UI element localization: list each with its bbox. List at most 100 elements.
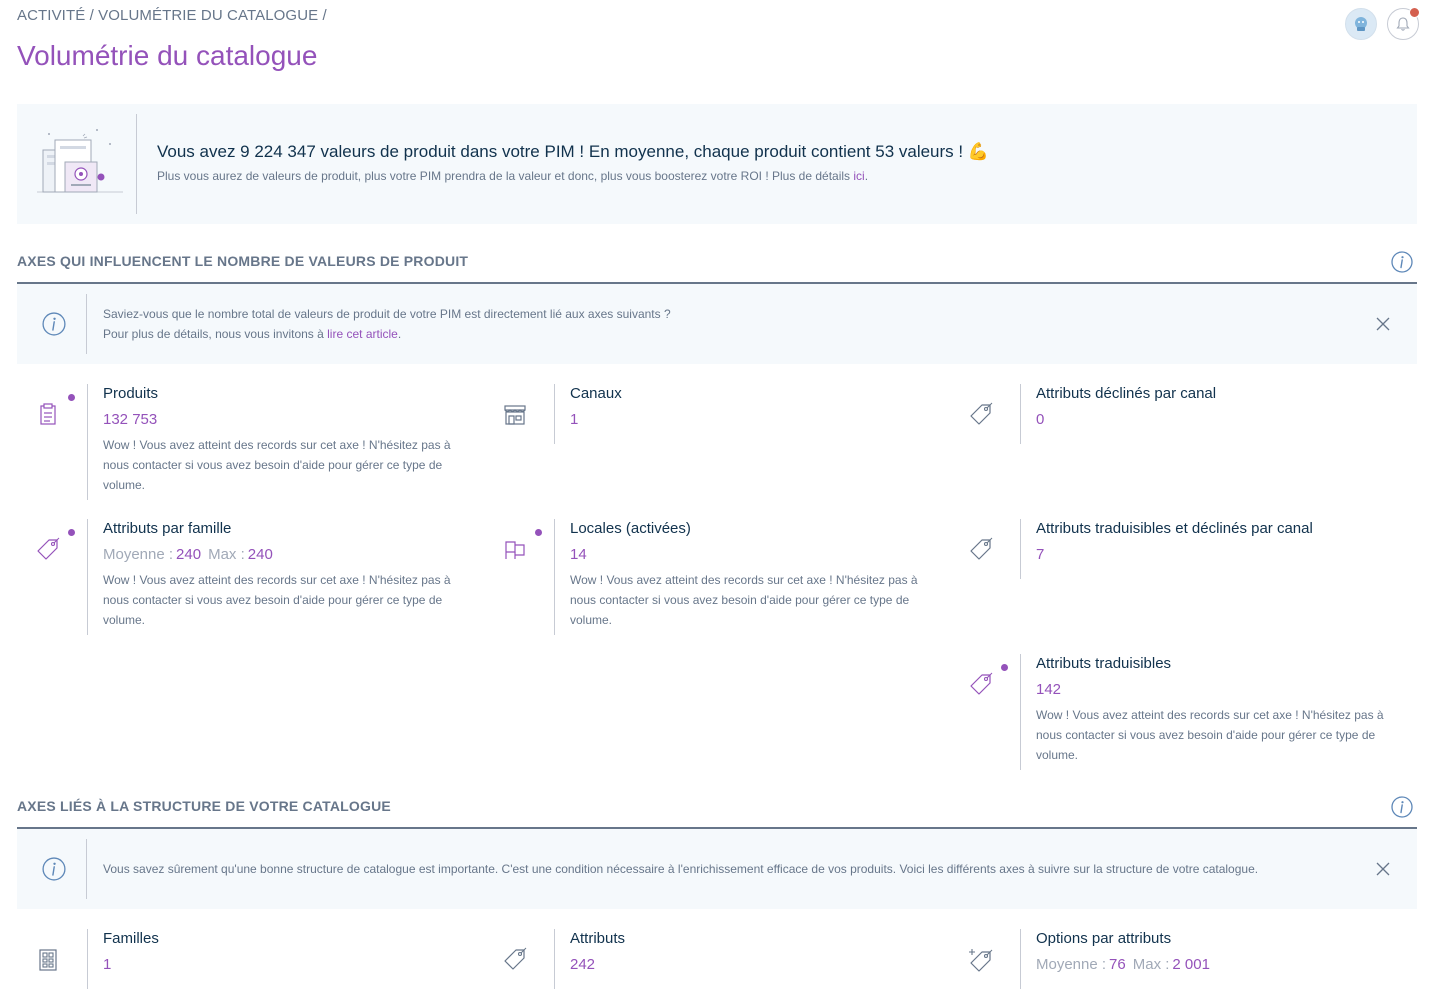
axis-attributes: Attributs 242 (501, 929, 941, 989)
info-icon (42, 312, 66, 336)
bell-icon (1396, 17, 1410, 31)
page-title: Volumétrie du catalogue (17, 40, 318, 71)
details-link[interactable]: ici (853, 169, 864, 183)
flags-icon (505, 541, 525, 559)
axis-value: 132 753 (103, 411, 158, 428)
close-icon[interactable] (1375, 861, 1391, 877)
axis-title: Attributs par famille (103, 520, 232, 537)
catalog-illustration (37, 129, 123, 193)
summary-banner: Vous avez 9 224 347 valeurs de produit d… (17, 104, 1417, 224)
helper-values-axes: Saviez-vous que le nombre total de valeu… (17, 284, 1417, 364)
top-actions (1345, 7, 1420, 40)
max-value: 240 (247, 546, 273, 563)
info-icon[interactable] (1391, 796, 1413, 818)
axis-title: Attributs déclinés par canal (1036, 385, 1217, 402)
axis-families: Familles 1 (34, 929, 474, 989)
axis-value: 0 (1036, 411, 1045, 428)
axis-value: 1 (103, 956, 112, 973)
average-label: Moyenne : (1036, 956, 1107, 973)
axis-title: Familles (103, 930, 159, 947)
axis-content: Produits 132 753 Wow ! Vous avez atteint… (103, 384, 473, 495)
divider (554, 929, 555, 989)
breadcrumb-separator: / (85, 7, 99, 24)
notifications-button[interactable] (1387, 7, 1420, 40)
close-icon[interactable] (1375, 316, 1391, 332)
axis-localizable-attributes: Attributs traduisibles 142 Wow ! Vous av… (967, 654, 1407, 770)
axis-value: 1 (570, 411, 579, 428)
roi-hint: Plus vous aurez de valeurs de produit, p… (157, 169, 869, 183)
axis-content: Familles 1 (103, 929, 473, 974)
axis-content: Canaux 1 (570, 384, 940, 429)
axis-products: Produits 132 753 Wow ! Vous avez atteint… (34, 384, 474, 500)
axis-warning-message: Wow ! Vous avez atteint des records sur … (103, 438, 451, 492)
tag-icon (970, 672, 993, 695)
divider (86, 839, 87, 899)
helper-text: Saviez-vous que le nombre total de valeu… (103, 307, 671, 341)
user-avatar-button[interactable] (1345, 8, 1377, 40)
axis-value: 7 (1036, 546, 1045, 563)
axis-title: Canaux (570, 385, 622, 402)
axis-title: Attributs traduisibles (1036, 655, 1172, 672)
breadcrumb-activity-link[interactable]: ACTIVITÉ (17, 7, 85, 24)
product-values-summary: Vous avez 9 224 347 valeurs de produit d… (157, 142, 990, 161)
divider (87, 384, 88, 500)
user-avatar-icon (1355, 17, 1367, 31)
axis-title: Options par attributs (1036, 930, 1172, 947)
section-title: AXES LIÉS À LA STRUCTURE DE VOTRE CATALO… (17, 798, 391, 814)
axis-content: Locales (activées) 14 Wow ! Vous avez at… (570, 519, 940, 630)
notification-badge (1409, 7, 1420, 18)
divider (1020, 929, 1021, 989)
max-label: Max : (1132, 956, 1170, 973)
axis-content: Attributs déclinés par canal 0 (1036, 384, 1406, 429)
axis-localizable-scopable-attributes: Attributs traduisibles et déclinés par c… (967, 519, 1407, 579)
info-icon (42, 857, 66, 881)
max-value: 2 001 (1172, 956, 1210, 973)
read-article-link[interactable]: lire cet article (327, 327, 398, 341)
section-header-structure-axes: AXES LIÉS À LA STRUCTURE DE VOTRE CATALO… (17, 796, 1417, 829)
axis-scopable-attributes: Attributs déclinés par canal 0 (967, 384, 1407, 444)
axis-locales: Locales (activées) 14 Wow ! Vous avez at… (501, 519, 941, 635)
tag-icon (970, 402, 993, 425)
clipboard-icon (40, 403, 56, 425)
divider (87, 519, 88, 635)
divider (136, 114, 137, 214)
axis-content: Attributs traduisibles 142 Wow ! Vous av… (1036, 654, 1406, 765)
axis-content: Attributs traduisibles et déclinés par c… (1036, 519, 1406, 564)
axis-average-max: Moyenne :76 Max :2 001 (1036, 956, 1406, 974)
average-value: 240 (176, 546, 202, 563)
helper-structure-axes: Vous savez sûrement qu'une bonne structu… (17, 829, 1417, 909)
average-value: 76 (1109, 956, 1126, 973)
axis-content: Attributs 242 (570, 929, 940, 974)
info-icon[interactable] (1391, 251, 1413, 273)
family-grid-icon (39, 949, 57, 971)
breadcrumb-separator: / (318, 7, 327, 24)
divider (1020, 384, 1021, 444)
breadcrumb: ACTIVITÉ / VOLUMÉTRIE DU CATALOGUE / (17, 7, 327, 24)
divider (87, 929, 88, 989)
axis-title: Produits (103, 385, 159, 402)
axis-warning-message: Wow ! Vous avez atteint des records sur … (103, 573, 451, 627)
section-header-values-axes: AXES QUI INFLUENCENT LE NOMBRE DE VALEUR… (17, 251, 1417, 284)
divider (1020, 654, 1021, 770)
alert-dot (68, 529, 75, 536)
section-title: AXES QUI INFLUENCENT LE NOMBRE DE VALEUR… (17, 253, 469, 269)
axis-value: 142 (1036, 681, 1062, 698)
axis-content: Options par attributs Moyenne :76 Max :2 … (1036, 929, 1406, 974)
average-label: Moyenne : (103, 546, 174, 563)
axis-warning-message: Wow ! Vous avez atteint des records sur … (570, 573, 918, 627)
breadcrumb-catalog-volume-link[interactable]: VOLUMÉTRIE DU CATALOGUE (98, 7, 318, 24)
divider (1020, 519, 1021, 579)
tag-icon (504, 947, 527, 970)
axis-title: Locales (activées) (570, 520, 691, 537)
axis-title: Attributs traduisibles et déclinés par c… (1036, 520, 1313, 537)
tag-sparkle-icon (969, 949, 993, 972)
tag-icon (37, 537, 60, 560)
alert-dot (1001, 664, 1008, 671)
max-label: Max : (208, 546, 245, 563)
divider (86, 294, 87, 354)
axis-content: Attributs par famille Moyenne :240 Max :2… (103, 519, 473, 630)
axis-options-per-attribute: Options par attributs Moyenne :76 Max :2 … (967, 929, 1407, 989)
axis-attributes-per-family: Attributs par famille Moyenne :240 Max :2… (34, 519, 474, 635)
store-icon (504, 405, 526, 425)
axis-value: 14 (570, 546, 587, 563)
